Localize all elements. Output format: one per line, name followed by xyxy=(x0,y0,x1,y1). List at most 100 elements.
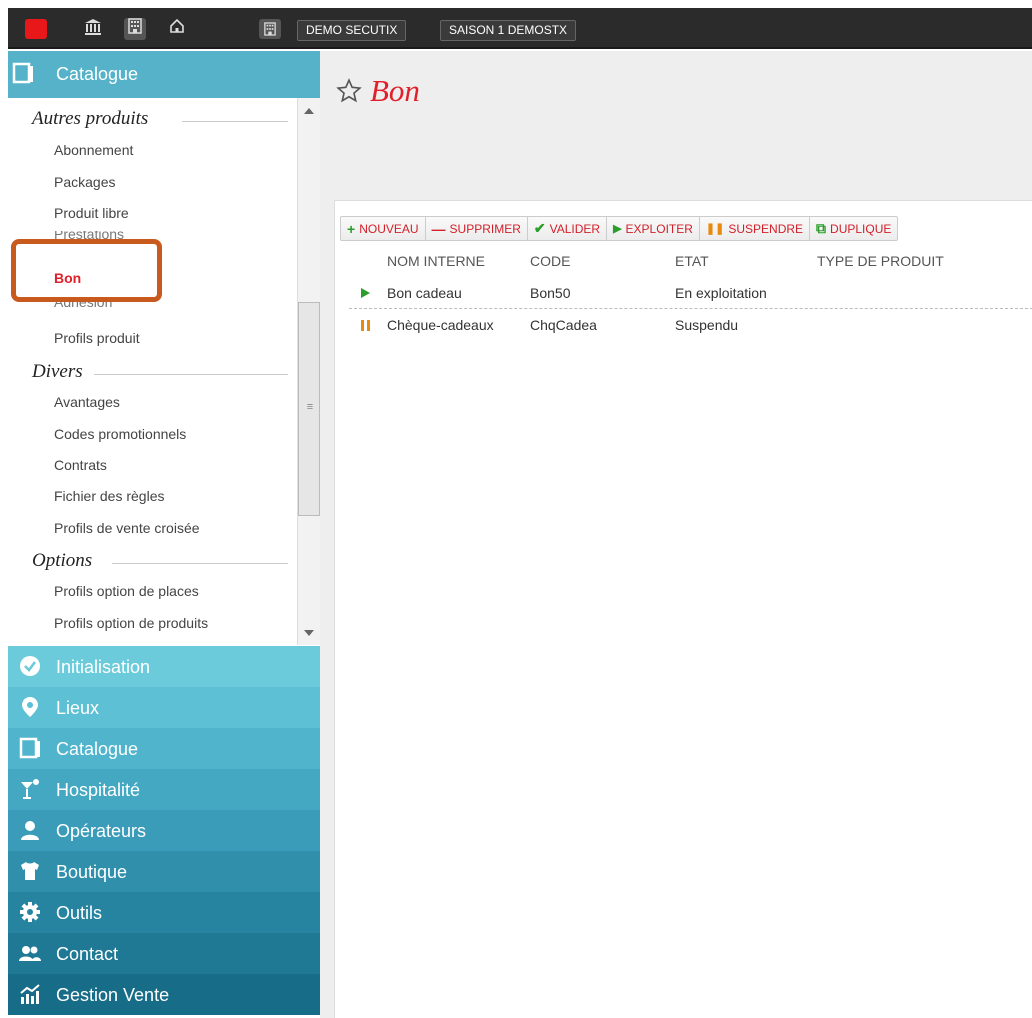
cell-code: ChqCadea xyxy=(530,317,597,333)
check-badge-icon xyxy=(20,656,40,676)
cell-code: Bon50 xyxy=(530,285,571,301)
delete-button-label: SUPPRIMER xyxy=(449,221,521,236)
module-label: Lieux xyxy=(56,698,100,718)
sidebar-item-adhesion[interactable]: Adhésion xyxy=(54,302,112,310)
module-hospitalite[interactable]: Hospitalité xyxy=(8,769,320,810)
module-label: Gestion Vente xyxy=(56,985,170,1005)
page-title-text: Bon xyxy=(370,73,420,108)
sidebar-scrollbar[interactable]: ≡ xyxy=(297,98,320,645)
catalogue-icon xyxy=(19,737,40,759)
top-bar: DEMO SECUTIX SAISON 1 DEMOSTX xyxy=(8,8,1032,49)
section-divider xyxy=(112,563,288,564)
suspend-button-label: SUSPENDRE xyxy=(728,221,804,236)
module-boutique[interactable]: Boutique xyxy=(8,851,320,892)
module-lieux[interactable]: Lieux xyxy=(8,687,320,728)
exploitation-state-icon xyxy=(361,288,370,298)
contacts-icon xyxy=(19,946,41,961)
module-label: Catalogue xyxy=(56,739,139,759)
exploit-button[interactable]: ▶ EXPLOITER xyxy=(607,217,700,240)
section-title-autres-produits: Autres produits xyxy=(32,108,149,129)
play-icon: ▶ xyxy=(613,223,622,235)
duplicate-button-label: DUPLIQUE xyxy=(830,221,892,236)
suspended-state-icon xyxy=(361,320,370,331)
sidebar-item-produit-libre[interactable]: Produit libre xyxy=(54,205,129,221)
sidebar-item-profils-option-places[interactable]: Profils option de places xyxy=(54,583,199,599)
page-title: Bon xyxy=(336,73,420,109)
main-content: Bon + NOUVEAU — SUPPRIMER ✔ VALIDER ▶ EX… xyxy=(320,51,1032,1018)
scroll-down-arrow-icon[interactable] xyxy=(304,630,314,636)
sidebar-item-profils-option-produits[interactable]: Profils option de produits xyxy=(54,615,208,631)
module-outils[interactable]: Outils xyxy=(8,892,320,933)
sidebar-item-abonnement[interactable]: Abonnement xyxy=(54,142,133,158)
sidebar-item-contrats[interactable]: Contrats xyxy=(54,457,107,473)
sidebar-item-fichier-des-regles[interactable]: Fichier des règles xyxy=(54,488,165,504)
sidebar-header[interactable]: Catalogue xyxy=(8,51,320,98)
validate-button-label: VALIDER xyxy=(549,221,601,236)
sidebar-menu-list: Autres produits Abonnement Packages Prod… xyxy=(8,98,320,645)
section-title-options: Options xyxy=(32,550,93,571)
delete-button[interactable]: — SUPPRIMER xyxy=(426,217,528,240)
duplicate-button[interactable]: ⧉ DUPLIQUE xyxy=(810,217,897,240)
module-label: Initialisation xyxy=(56,657,151,677)
catalogue-icon xyxy=(12,62,33,84)
cell-etat: Suspendu xyxy=(675,317,739,333)
cell-nom-interne: Chèque-cadeaux xyxy=(387,317,494,333)
section-title-divers: Divers xyxy=(32,361,83,382)
section-divider xyxy=(94,374,288,375)
column-header-etat[interactable]: ETAT xyxy=(675,253,709,269)
check-icon: ✔ xyxy=(533,220,546,236)
duplicate-icon: ⧉ xyxy=(816,220,827,236)
minus-icon: — xyxy=(431,220,446,237)
home-icon[interactable] xyxy=(166,18,188,40)
sidebar-item-packages[interactable]: Packages xyxy=(54,174,115,190)
institution-chip[interactable]: DEMO SECUTIX xyxy=(297,20,407,41)
section-divider xyxy=(182,121,288,122)
module-label: Contact xyxy=(56,944,119,964)
building-icon[interactable] xyxy=(124,18,146,40)
exploit-button-label: EXPLOITER xyxy=(625,221,693,236)
list-panel: + NOUVEAU — SUPPRIMER ✔ VALIDER ▶ EXPLOI… xyxy=(334,200,1032,1018)
cell-nom-interne: Bon cadeau xyxy=(387,285,462,301)
new-button[interactable]: + NOUVEAU xyxy=(341,217,426,240)
gear-icon xyxy=(20,902,40,922)
module-label: Boutique xyxy=(56,862,128,882)
scroll-up-arrow-icon[interactable] xyxy=(304,108,314,114)
sidebar-item-avantages[interactable]: Avantages xyxy=(54,394,120,410)
plus-icon: + xyxy=(347,220,356,237)
user-icon xyxy=(21,821,39,840)
table-row[interactable]: Chèque-cadeaux ChqCadea Suspendu xyxy=(349,309,1032,341)
module-label: Outils xyxy=(56,903,103,923)
scrollbar-thumb[interactable]: ≡ xyxy=(298,302,320,516)
suspend-button[interactable]: ❚❚ SUSPENDRE xyxy=(700,217,811,240)
module-label: Hospitalité xyxy=(56,780,141,800)
sidebar-header-title: Catalogue xyxy=(56,64,139,84)
tshirt-icon xyxy=(21,862,39,880)
column-header-type-produit[interactable]: TYPE DE PRODUIT xyxy=(817,253,944,269)
module-catalogue[interactable]: Catalogue xyxy=(8,728,320,769)
module-label: Opérateurs xyxy=(56,821,147,841)
sidebar: Catalogue Autres produits Abonnement Pac… xyxy=(8,51,320,1018)
module-gestion-vente[interactable]: Gestion Vente xyxy=(8,974,320,1015)
module-initialisation[interactable]: Initialisation xyxy=(8,646,320,687)
column-header-nom-interne[interactable]: NOM INTERNE xyxy=(387,253,485,269)
column-header-code[interactable]: CODE xyxy=(530,253,570,269)
new-button-label: NOUVEAU xyxy=(359,221,419,236)
validate-button[interactable]: ✔ VALIDER xyxy=(528,217,608,240)
season-chip[interactable]: SAISON 1 DEMOSTX xyxy=(440,20,577,41)
module-operateurs[interactable]: Opérateurs xyxy=(8,810,320,851)
action-toolbar: + NOUVEAU — SUPPRIMER ✔ VALIDER ▶ EXPLOI… xyxy=(340,216,899,241)
sidebar-item-profils-vente-croisee[interactable]: Profils de vente croisée xyxy=(54,520,200,536)
institution-icon[interactable] xyxy=(82,18,104,40)
module-contact[interactable]: Contact xyxy=(8,933,320,974)
cell-etat: En exploitation xyxy=(675,285,767,301)
sidebar-item-profils-produit[interactable]: Profils produit xyxy=(54,330,140,346)
sales-chart-icon xyxy=(20,984,40,1004)
highlight-annotation xyxy=(11,239,162,302)
sidebar-item-codes-promotionnels[interactable]: Codes promotionnels xyxy=(54,426,186,442)
favorite-star-icon[interactable] xyxy=(336,78,362,104)
building-selector-icon[interactable] xyxy=(259,19,281,39)
app-logo[interactable] xyxy=(25,19,47,39)
map-pin-icon xyxy=(22,697,38,717)
table-row[interactable]: Bon cadeau Bon50 En exploitation xyxy=(349,277,1032,309)
cocktail-glass-icon xyxy=(21,779,39,799)
